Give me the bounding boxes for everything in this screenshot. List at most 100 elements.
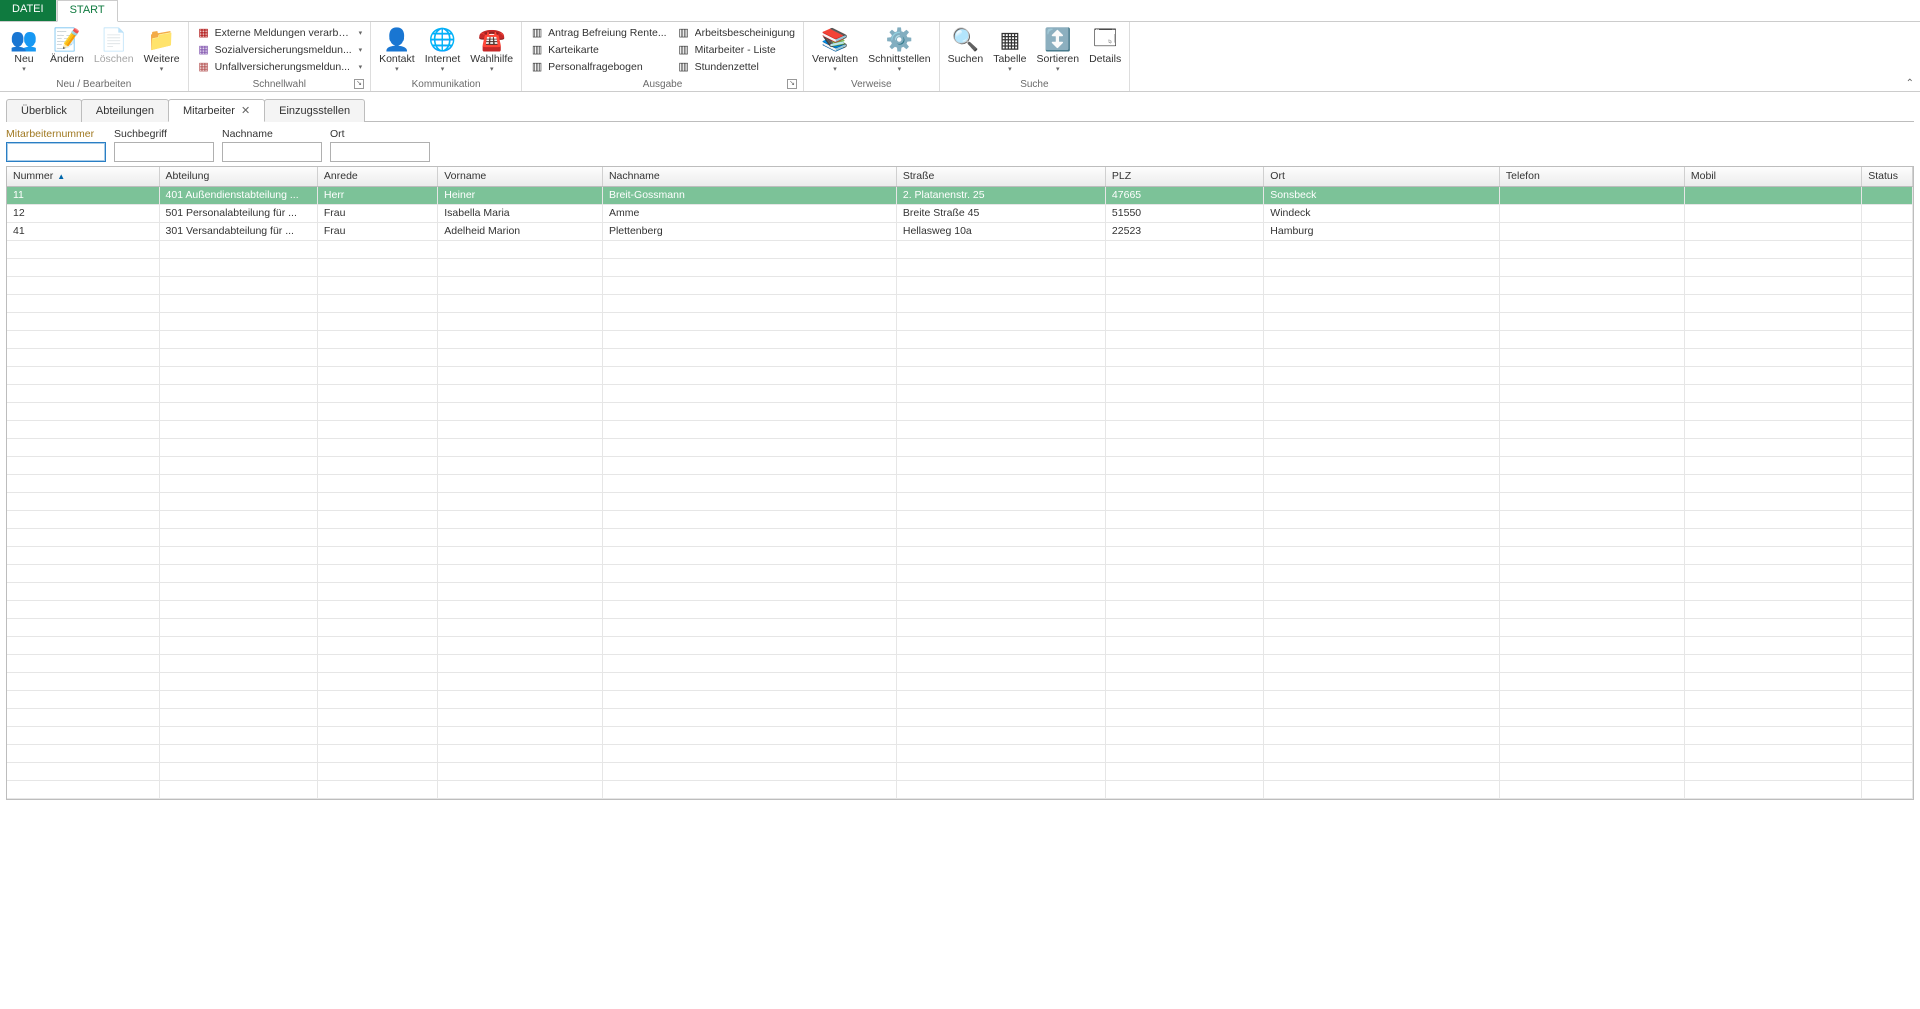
cell-ort: Sonsbeck bbox=[1264, 186, 1500, 204]
verwalten-button[interactable]: 📚 Verwalten ▾ bbox=[808, 24, 862, 75]
cell-strasse: Breite Straße 45 bbox=[896, 204, 1105, 222]
loeschen-button[interactable]: 📄 Löschen bbox=[90, 24, 138, 68]
collapse-ribbon-icon[interactable]: ⌃ bbox=[1906, 78, 1914, 89]
ort-input[interactable] bbox=[330, 142, 430, 162]
item-label: Arbeitsbescheinigung bbox=[695, 27, 795, 39]
externe-meldungen-button[interactable]: ▦ Externe Meldungen verarbei... ▾ bbox=[193, 24, 367, 41]
table-row-empty bbox=[7, 258, 1913, 276]
sortieren-button[interactable]: ↕️ Sortieren ▾ bbox=[1032, 24, 1083, 75]
table-row-empty bbox=[7, 546, 1913, 564]
suchbegriff-input[interactable] bbox=[114, 142, 214, 162]
close-icon[interactable]: ✕ bbox=[241, 104, 250, 117]
ribbon-group-label: Kommunikation bbox=[375, 78, 517, 91]
chevron-down-icon: ▾ bbox=[359, 29, 363, 37]
table-row[interactable]: 11401 Außendienstabteilung ...HerrHeiner… bbox=[7, 186, 1913, 204]
tab-datei[interactable]: DATEI bbox=[0, 0, 57, 21]
tab-abteilungen[interactable]: Abteilungen bbox=[81, 99, 169, 122]
personalfragebogen-button[interactable]: ▥Personalfragebogen bbox=[526, 58, 671, 75]
neu-button[interactable]: 👥 Neu ▾ bbox=[4, 24, 44, 75]
chevron-down-icon: ▾ bbox=[1008, 65, 1012, 73]
cell-vorname: Isabella Maria bbox=[438, 204, 603, 222]
item-label: Externe Meldungen verarbei... bbox=[215, 27, 355, 39]
tab-mitarbeiter[interactable]: Mitarbeiter ✕ bbox=[168, 99, 265, 122]
edit-icon: 📝 bbox=[53, 26, 81, 54]
item-label: Antrag Befreiung Rente... bbox=[548, 27, 667, 39]
tabelle-button[interactable]: ▦ Tabelle ▾ bbox=[989, 24, 1030, 75]
table-icon: ▦ bbox=[996, 26, 1024, 54]
document-icon: ▥ bbox=[677, 60, 691, 74]
table-row-empty bbox=[7, 618, 1913, 636]
table-row-empty bbox=[7, 780, 1913, 798]
gear-icon: ⚙️ bbox=[885, 26, 913, 54]
ribbon-group-suche: 🔍 Suchen ▦ Tabelle ▾ ↕️ Sortieren ▾ 🗔 De… bbox=[940, 22, 1131, 91]
stundenzettel-button[interactable]: ▥Stundenzettel bbox=[673, 58, 799, 75]
chevron-down-icon: ▾ bbox=[833, 65, 837, 73]
cell-nachname: Plettenberg bbox=[602, 222, 896, 240]
col-status[interactable]: Status bbox=[1862, 167, 1913, 186]
suchen-button[interactable]: 🔍 Suchen bbox=[944, 24, 988, 68]
col-telefon[interactable]: Telefon bbox=[1499, 167, 1684, 186]
aendern-button[interactable]: 📝 Ändern bbox=[46, 24, 88, 68]
col-nummer[interactable]: Nummer▲ bbox=[7, 167, 159, 186]
col-nachname[interactable]: Nachname bbox=[602, 167, 896, 186]
ausgabe-col1: ▥Antrag Befreiung Rente... ▥Karteikarte … bbox=[526, 24, 671, 75]
nachname-input[interactable] bbox=[222, 142, 322, 162]
cell-ort: Hamburg bbox=[1264, 222, 1500, 240]
ribbon-group-ausgabe: ▥Antrag Befreiung Rente... ▥Karteikarte … bbox=[522, 22, 804, 91]
users-icon: 👥 bbox=[10, 26, 38, 54]
col-plz[interactable]: PLZ bbox=[1105, 167, 1263, 186]
table-row[interactable]: 41301 Versandabteilung für ...FrauAdelhe… bbox=[7, 222, 1913, 240]
table-row[interactable]: 12501 Personalabteilung für ...FrauIsabe… bbox=[7, 204, 1913, 222]
col-vorname[interactable]: Vorname bbox=[438, 167, 603, 186]
antrag-befreiung-button[interactable]: ▥Antrag Befreiung Rente... bbox=[526, 24, 671, 41]
ribbon-group-label: Ausgabe↘ bbox=[526, 78, 799, 91]
dialog-launcher-icon[interactable]: ↘ bbox=[787, 79, 797, 89]
details-button[interactable]: 🗔 Details bbox=[1085, 24, 1125, 68]
col-strasse[interactable]: Straße bbox=[896, 167, 1105, 186]
mitarbeiter-liste-button[interactable]: ▥Mitarbeiter - Liste bbox=[673, 41, 799, 58]
details-icon: 🗔 bbox=[1091, 26, 1119, 54]
wahlhilfe-button[interactable]: ☎️ Wahlhilfe ▾ bbox=[466, 24, 517, 75]
cell-anrede: Herr bbox=[317, 186, 437, 204]
mitarbeiternummer-input[interactable] bbox=[6, 142, 106, 162]
table-row-empty bbox=[7, 762, 1913, 780]
col-abteilung[interactable]: Abteilung bbox=[159, 167, 317, 186]
sozialversicherung-button[interactable]: ▦ Sozialversicherungsmeldun... ▾ bbox=[193, 41, 367, 58]
cell-nummer: 41 bbox=[7, 222, 159, 240]
table-row-empty bbox=[7, 240, 1913, 258]
internet-button[interactable]: 🌐 Internet ▾ bbox=[421, 24, 465, 75]
cell-nummer: 12 bbox=[7, 204, 159, 222]
table-row-empty bbox=[7, 312, 1913, 330]
phone-icon: ☎️ bbox=[478, 26, 506, 54]
cell-abteilung: 501 Personalabteilung für ... bbox=[159, 204, 317, 222]
ribbon-group-label: Verweise bbox=[808, 78, 935, 91]
karteikarte-button[interactable]: ▥Karteikarte bbox=[526, 41, 671, 58]
schnittstellen-button[interactable]: ⚙️ Schnittstellen ▾ bbox=[864, 24, 934, 75]
ribbon-group-label: Schnellwahl↘ bbox=[193, 78, 367, 91]
document-icon: ▥ bbox=[677, 43, 691, 57]
table-row-empty bbox=[7, 744, 1913, 762]
cell-abteilung: 301 Versandabteilung für ... bbox=[159, 222, 317, 240]
col-anrede[interactable]: Anrede bbox=[317, 167, 437, 186]
ribbon-group-label: Neu / Bearbeiten bbox=[4, 78, 184, 91]
unfallversicherung-button[interactable]: ▦ Unfallversicherungsmeldun... ▾ bbox=[193, 58, 367, 75]
cell-telefon bbox=[1499, 186, 1684, 204]
document-tabs-container: Überblick Abteilungen Mitarbeiter ✕ Einz… bbox=[0, 92, 1920, 122]
tab-ueberblick[interactable]: Überblick bbox=[6, 99, 82, 122]
table-row-empty bbox=[7, 402, 1913, 420]
col-mobil[interactable]: Mobil bbox=[1684, 167, 1861, 186]
arbeitsbescheinigung-button[interactable]: ▥Arbeitsbescheinigung bbox=[673, 24, 799, 41]
tab-einzugsstellen[interactable]: Einzugsstellen bbox=[264, 99, 365, 122]
weitere-button[interactable]: 📁 Weitere ▾ bbox=[140, 24, 184, 75]
tab-start[interactable]: START bbox=[57, 0, 118, 22]
table-row-empty bbox=[7, 492, 1913, 510]
ribbon: 👥 Neu ▾ 📝 Ändern 📄 Löschen 📁 Weitere ▾ N… bbox=[0, 22, 1920, 92]
col-ort[interactable]: Ort bbox=[1264, 167, 1500, 186]
document-icon: ▦ bbox=[197, 26, 211, 40]
cell-plz: 51550 bbox=[1105, 204, 1263, 222]
dialog-launcher-icon[interactable]: ↘ bbox=[354, 79, 364, 89]
cell-anrede: Frau bbox=[317, 222, 437, 240]
item-label: Karteikarte bbox=[548, 44, 667, 56]
ribbon-group-label: Suche bbox=[944, 78, 1126, 91]
kontakt-button[interactable]: 👤 Kontakt ▾ bbox=[375, 24, 419, 75]
